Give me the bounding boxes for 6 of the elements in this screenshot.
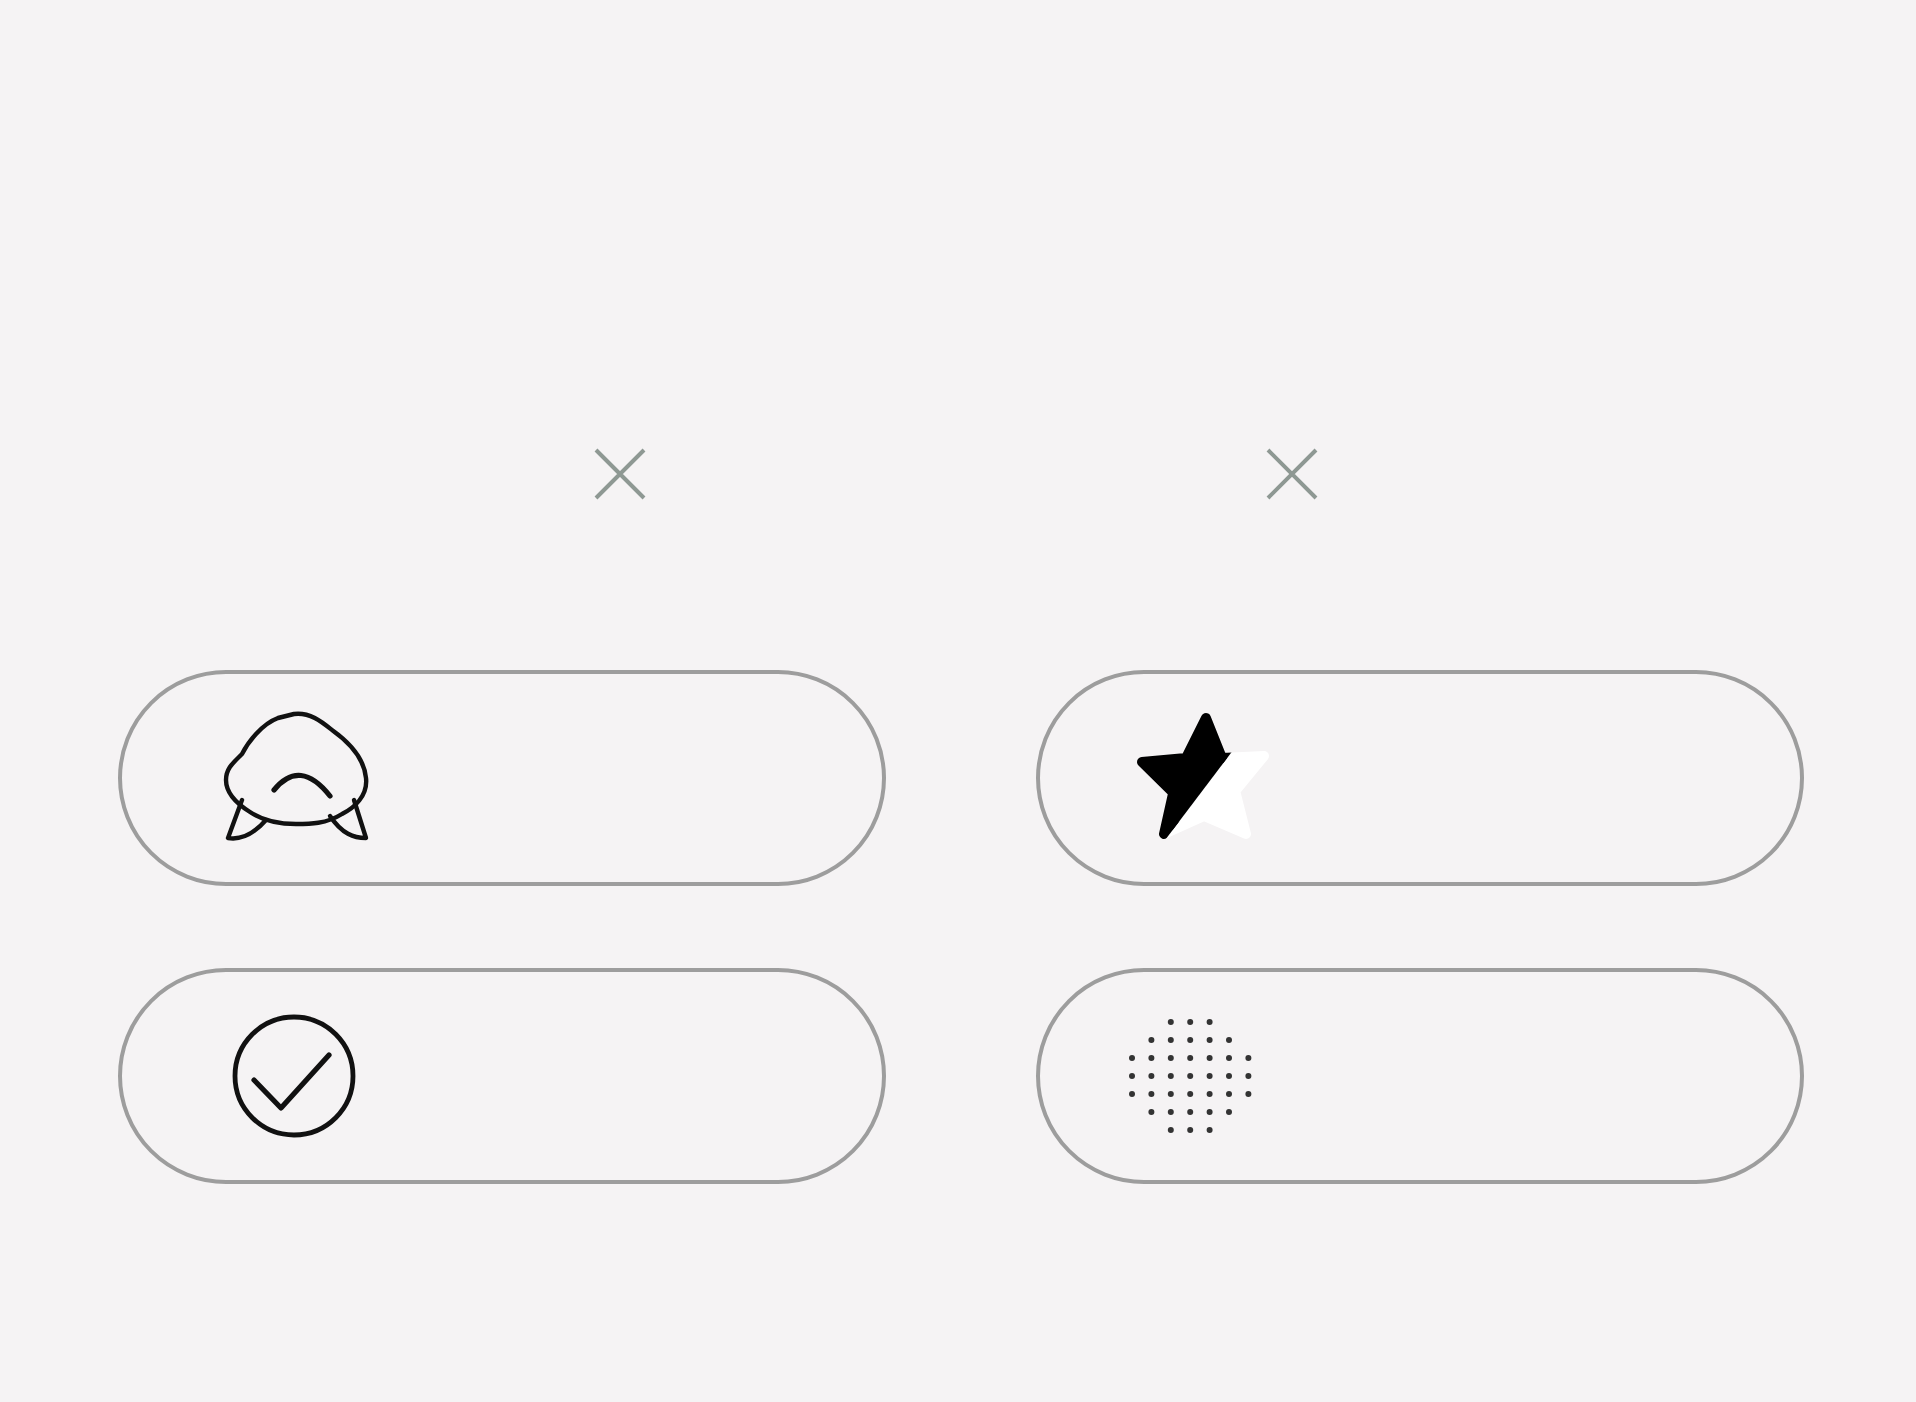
check-circle-icon	[232, 1014, 356, 1138]
dotted-circle-icon	[1128, 1018, 1252, 1134]
option-button[interactable]	[1036, 670, 1804, 886]
close-icon[interactable]	[1266, 448, 1318, 500]
close-icon[interactable]	[594, 448, 646, 500]
blob-character-icon	[222, 708, 372, 844]
